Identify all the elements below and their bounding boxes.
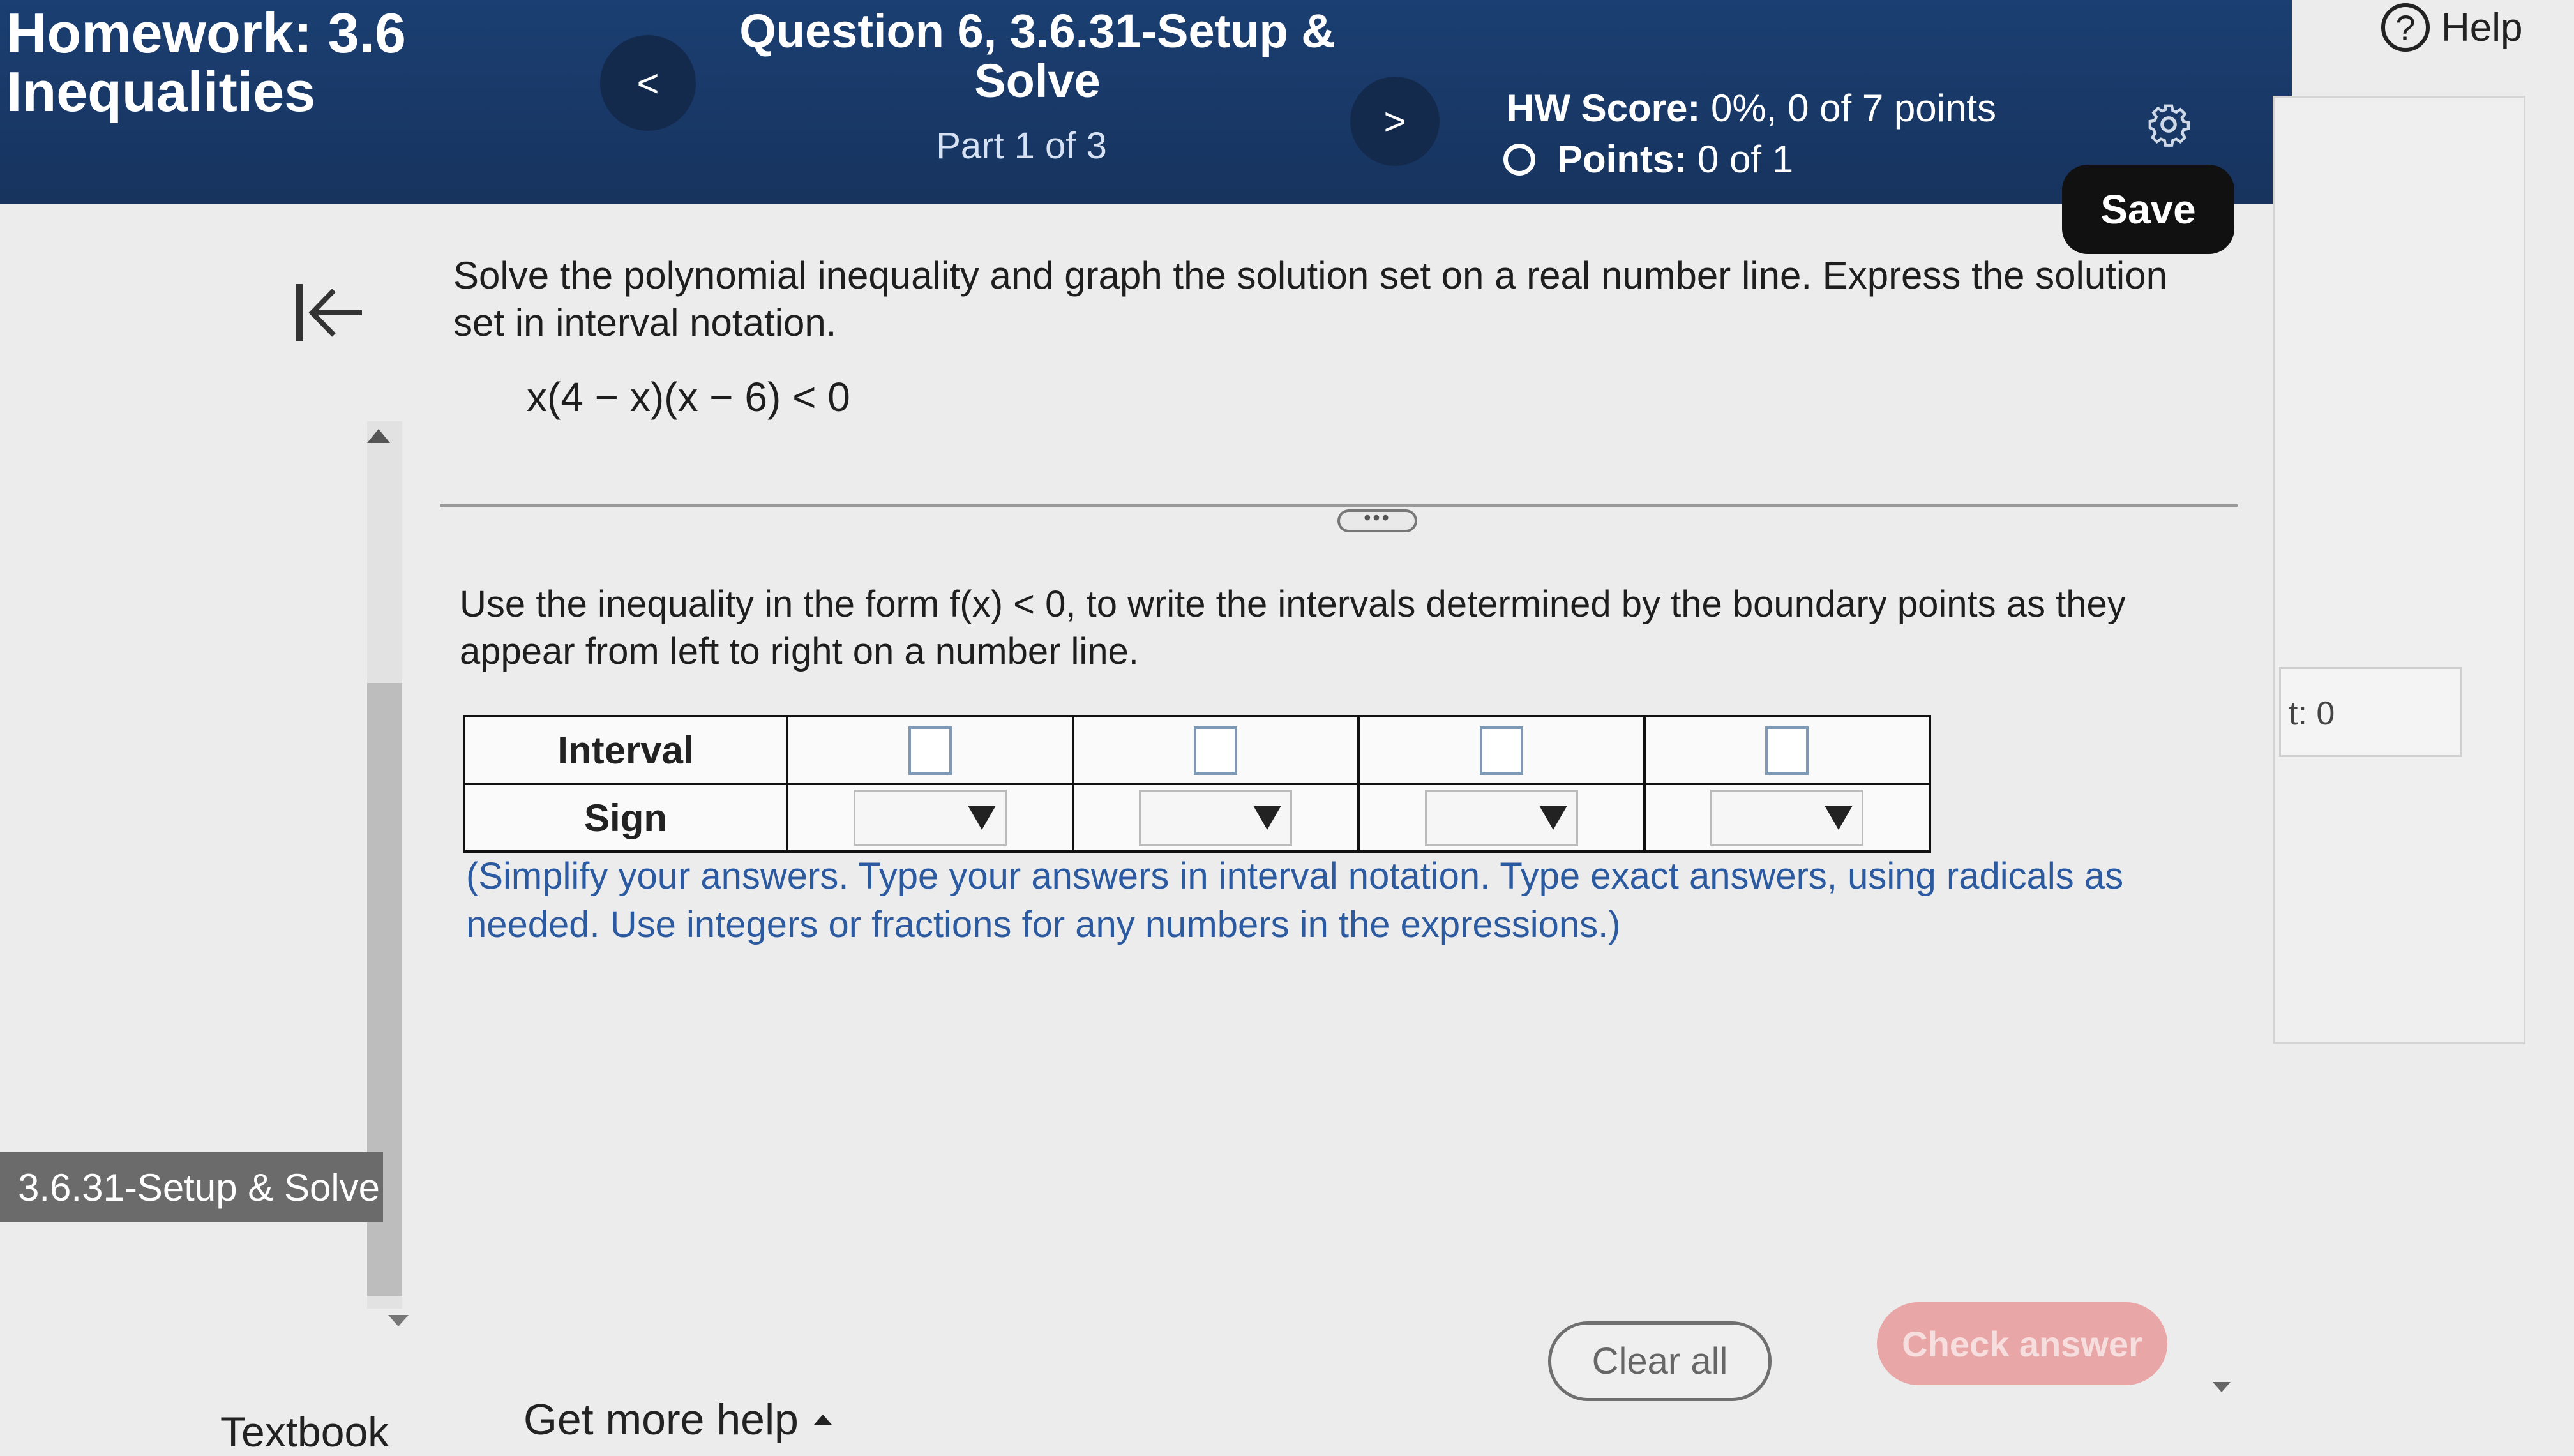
header-bar: Homework: 3.6 Inequalities < Question 6,… bbox=[0, 0, 2292, 204]
interval-cell-3 bbox=[1357, 715, 1646, 785]
points-value: 0 of 1 bbox=[1697, 138, 1794, 181]
previous-question-button[interactable]: < bbox=[600, 35, 696, 131]
table-row-sign: Sign bbox=[463, 783, 1931, 853]
inequality-expression: x(4 − x)(x − 6) < 0 bbox=[527, 374, 850, 420]
scroll-up-icon[interactable] bbox=[367, 429, 390, 443]
interval-sign-table: Interval Sign bbox=[463, 715, 1931, 853]
check-answer-button[interactable]: Check answer bbox=[1877, 1302, 2167, 1385]
page-scroll-down-icon[interactable] bbox=[2213, 1382, 2231, 1392]
table-row-interval: Interval bbox=[463, 715, 1931, 785]
status-circle-icon bbox=[1503, 143, 1535, 176]
interval-input-2[interactable] bbox=[1194, 726, 1238, 775]
chevron-left-icon: < bbox=[636, 61, 659, 105]
get-more-help-label: Get more help bbox=[523, 1395, 799, 1444]
question-title-line2: Solve bbox=[974, 54, 1101, 107]
section-divider bbox=[440, 504, 2238, 507]
expand-ellipsis-button[interactable]: ••• bbox=[1337, 507, 1417, 532]
chevron-right-icon: > bbox=[1383, 100, 1406, 143]
help-label: Help bbox=[2441, 5, 2523, 50]
sign-dropdown-2[interactable] bbox=[1139, 790, 1293, 846]
caret-up-icon bbox=[813, 1415, 832, 1425]
collapse-sidebar-icon[interactable] bbox=[290, 278, 367, 348]
interval-input-4[interactable] bbox=[1765, 726, 1809, 775]
homework-title-line1: Homework: 3.6 bbox=[6, 1, 406, 64]
sidebar-item-label: 3.6.31-Setup & Solve bbox=[18, 1166, 380, 1209]
question-title-line1: Question 6, 3.6.31-Setup & bbox=[739, 4, 1336, 57]
instructions: Use the inequality in the form f(x) < 0,… bbox=[460, 583, 2126, 672]
sign-cell-2 bbox=[1071, 783, 1360, 853]
sign-dropdown-1[interactable] bbox=[853, 790, 1007, 846]
textbook-link[interactable]: Textbook bbox=[220, 1407, 389, 1456]
scroll-down-icon[interactable] bbox=[388, 1315, 409, 1326]
question-part: Part 1 of 3 bbox=[936, 125, 1107, 167]
save-button[interactable]: Save bbox=[2062, 165, 2234, 254]
sign-dropdown-4[interactable] bbox=[1710, 790, 1864, 846]
help-button[interactable]: ? Help bbox=[2381, 3, 2523, 52]
interval-cell-2 bbox=[1071, 715, 1360, 785]
question-prompt: Solve the polynomial inequality and grap… bbox=[453, 254, 2167, 344]
interval-cell-1 bbox=[786, 715, 1074, 785]
help-circle-icon: ? bbox=[2381, 3, 2430, 52]
sign-dropdown-3[interactable] bbox=[1424, 790, 1578, 846]
interval-cell-4 bbox=[1643, 715, 1931, 785]
sidebar-item-current-question[interactable]: 3.6.31-Setup & Solve bbox=[0, 1152, 383, 1222]
right-panel bbox=[2273, 96, 2525, 1044]
clear-all-button[interactable]: Clear all bbox=[1548, 1321, 1772, 1401]
interval-input-1[interactable] bbox=[908, 726, 952, 775]
dropdown-arrow-icon bbox=[967, 806, 996, 830]
dropdown-arrow-icon bbox=[1825, 806, 1853, 830]
homework-title-line2: Inequalities bbox=[6, 60, 316, 123]
row-label-sign: Sign bbox=[463, 783, 788, 853]
gear-icon[interactable] bbox=[2146, 102, 2191, 147]
next-question-button[interactable]: > bbox=[1350, 77, 1440, 166]
row-label-interval: Interval bbox=[463, 715, 788, 785]
right-side-field: t: 0 bbox=[2279, 667, 2462, 757]
answer-format-note: (Simplify your answers. Type your answer… bbox=[466, 855, 2124, 945]
hw-score: HW Score: 0%, 0 of 7 points bbox=[1507, 86, 1996, 130]
sign-cell-3 bbox=[1357, 783, 1646, 853]
question-title: Question 6, 3.6.31-Setup & Solve bbox=[702, 6, 1373, 106]
hw-score-value: 0%, 0 of 7 points bbox=[1711, 87, 1996, 130]
points: Points: 0 of 1 bbox=[1503, 137, 1793, 181]
interval-input-3[interactable] bbox=[1479, 726, 1523, 775]
dropdown-arrow-icon bbox=[1253, 806, 1282, 830]
sign-cell-1 bbox=[786, 783, 1074, 853]
sign-cell-4 bbox=[1643, 783, 1931, 853]
points-label: Points: bbox=[1557, 138, 1687, 181]
right-side-field-text: t: 0 bbox=[2289, 695, 2335, 732]
dropdown-arrow-icon bbox=[1539, 806, 1567, 830]
hw-score-label: HW Score: bbox=[1507, 87, 1701, 130]
homework-title: Homework: 3.6 Inequalities bbox=[6, 4, 406, 121]
get-more-help-button[interactable]: Get more help bbox=[523, 1395, 832, 1445]
